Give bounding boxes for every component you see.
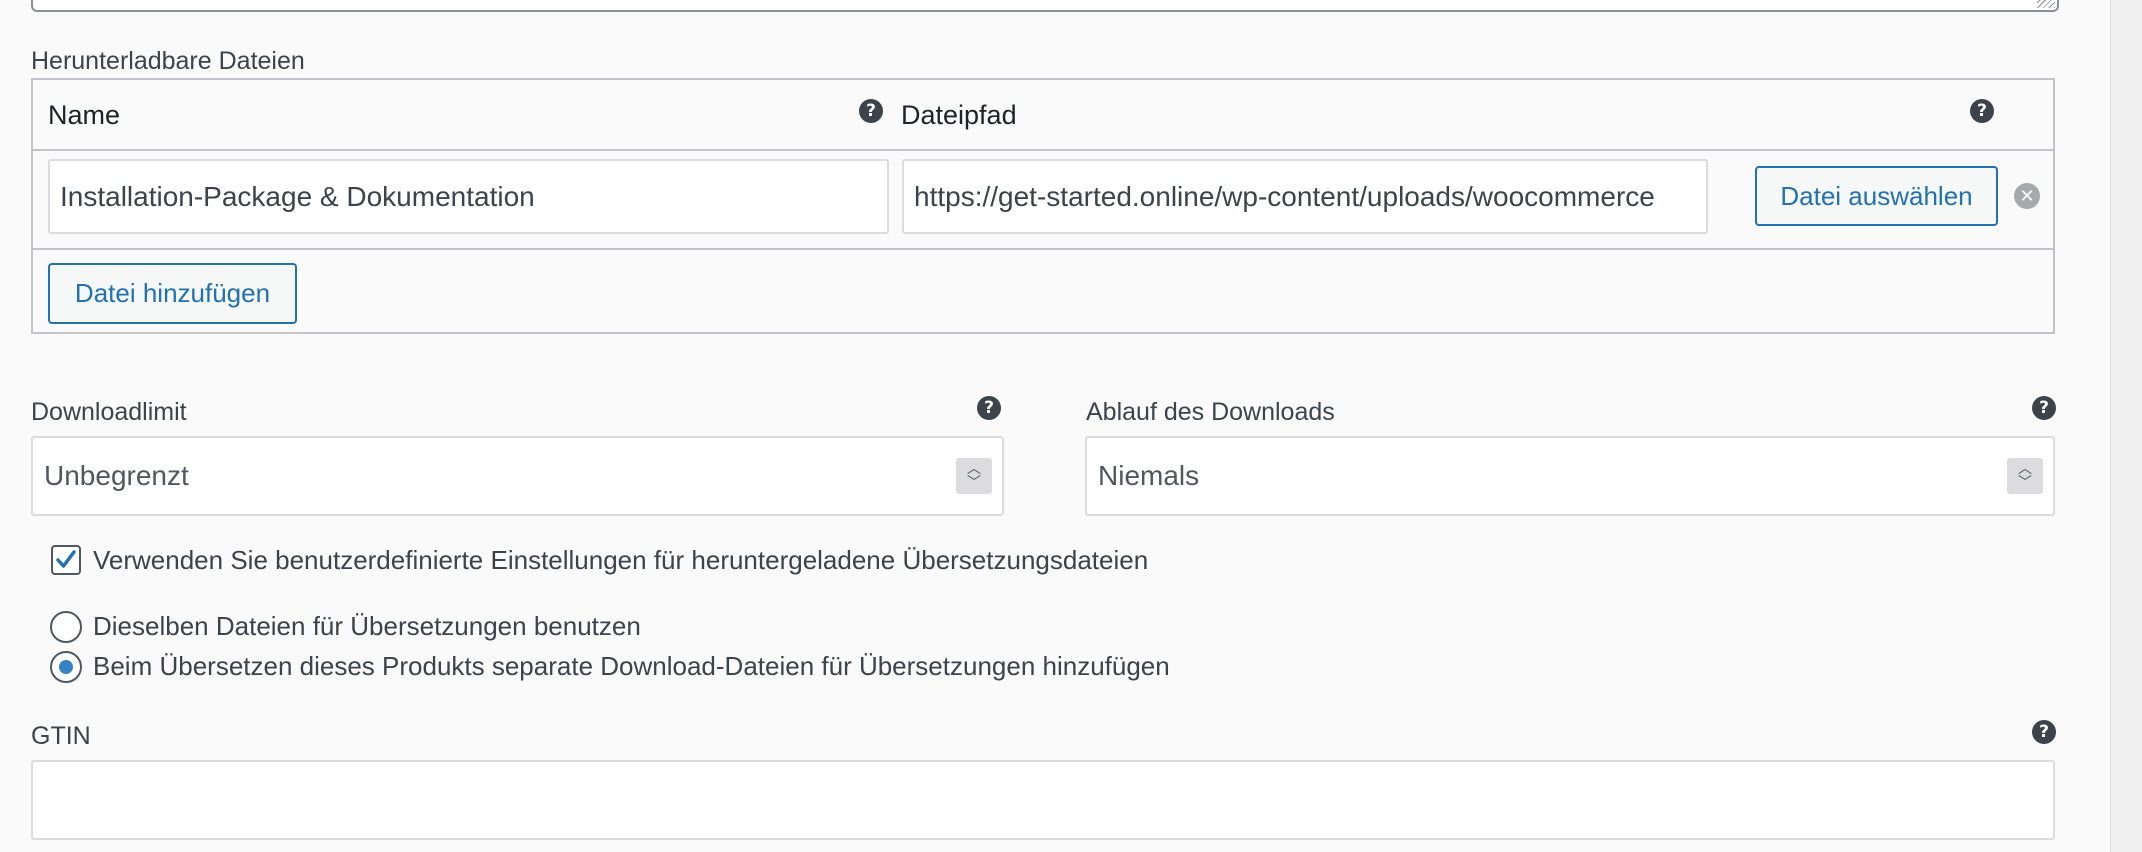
choose-file-button[interactable]: Datei auswählen [1755,166,1998,226]
custom-translation-settings-label: Verwenden Sie benutzerdefinierte Einstel… [93,545,1149,575]
download-limit-input[interactable]: Unbegrenzt ︿ ﹀ [31,436,1004,516]
radio-separate-files-label: Beim Übersetzen dieses Produkts separate… [93,651,1170,681]
admin-side-scroll-area [2110,0,2142,852]
checkmark-icon [56,550,76,568]
download-limit-label: Downloadlimit [31,398,187,426]
radio-same-files[interactable] [50,611,82,643]
download-file-row: Installation-Package & Dokumentation htt… [33,149,2053,250]
file-name-input[interactable]: Installation-Package & Dokumentation [48,159,889,234]
remove-file-icon[interactable]: ✕ [2014,183,2040,209]
spinner-arrows-icon[interactable]: ︿ ﹀ [2007,458,2043,494]
path-help-icon[interactable]: ? [1970,99,1994,123]
download-expiry-label: Ablauf des Downloads [1086,398,1335,426]
file-path-input[interactable]: https://get-started.online/wp-content/up… [902,159,1708,234]
download-expiry-placeholder: Niemals [1098,460,1200,491]
download-expiry-help-icon[interactable]: ? [2032,396,2056,420]
spinner-arrows-icon[interactable]: ︿ ﹀ [956,458,992,494]
downloadable-files-table: Name ? Dateipfad ? Installation-Package … [31,78,2055,334]
download-limit-help-icon[interactable]: ? [977,396,1001,420]
column-path-header: Dateipfad [901,100,1017,130]
downloadable-files-label: Herunterladbare Dateien [31,47,305,75]
gtin-input[interactable] [31,760,2055,840]
description-textarea-bottom[interactable] [31,0,2059,12]
gtin-label: GTIN [31,722,91,750]
name-help-icon[interactable]: ? [859,99,883,123]
add-file-button[interactable]: Datei hinzufügen [48,263,297,324]
downloadable-files-header: Name ? Dateipfad ? [33,80,2053,151]
radio-separate-files[interactable] [50,651,82,683]
gtin-help-icon[interactable]: ? [2032,720,2056,744]
custom-translation-settings-checkbox[interactable] [51,545,81,575]
download-limit-placeholder: Unbegrenzt [44,460,189,491]
column-name-header: Name [48,100,121,130]
download-expiry-input[interactable]: Niemals ︿ ﹀ [1085,436,2055,516]
radio-same-files-label: Dieselben Dateien für Übersetzungen benu… [93,611,641,641]
textarea-resize-handle[interactable] [2037,0,2055,8]
